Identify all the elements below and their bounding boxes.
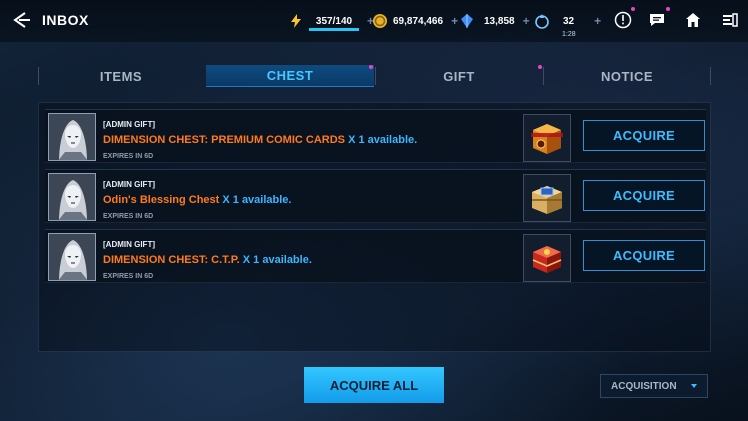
list-item: [ADMIN GIFT] DIMENSION CHEST: PREMIUM CO… [45,109,706,163]
item-title: Odin's Blessing Chest X 1 available. [103,194,291,206]
alert-notification-dot [631,7,635,11]
chest-tab-notification-dot [369,65,373,69]
item-title: DIMENSION CHEST: PREMIUM COMIC CARDS X 1… [103,134,417,146]
item-quantity: X 1 available. [222,194,292,206]
page-title: INBOX [42,12,89,28]
tab-items[interactable]: ITEMS [38,65,204,87]
home-icon[interactable] [682,9,704,31]
gold-coin-icon [372,13,388,29]
stamina-timer: 1:28 [562,31,576,38]
caret-down-icon [691,384,697,388]
tab-divider [38,67,39,85]
lightning-icon [288,13,304,29]
acquire-all-button[interactable]: ACQUIRE ALL [304,367,444,403]
list-item: [ADMIN GIFT] DIMENSION CHEST: C.T.P. X 1… [45,229,706,283]
gift-tag: [ADMIN GIFT] [103,120,155,129]
item-quantity: X 1 available. [348,134,418,146]
inbox-tabs: ITEMS CHEST GIFT NOTICE [38,65,711,87]
item-quantity: X 1 available. [242,254,312,266]
expiry-text: EXPIRES IN 6D [103,273,154,280]
stamina-icon [534,13,550,29]
acquire-button[interactable]: ACQUIRE [583,180,705,211]
tab-divider [710,67,711,85]
stamina-value: 32 [563,15,575,27]
menu-icon[interactable] [719,9,741,31]
gift-tag: [ADMIN GIFT] [103,240,155,249]
sort-dropdown-label: ACQUISITION [611,380,677,392]
tab-chest[interactable]: CHEST [206,65,374,87]
add-crystal-button[interactable]: + [523,14,530,28]
back-arrow-icon[interactable] [10,9,32,31]
crystal-counter: 13,858 + [459,0,530,42]
item-name: DIMENSION CHEST: C.T.P. [103,254,240,266]
alert-icon[interactable] [612,9,634,31]
chat-icon[interactable] [646,9,668,31]
dimension-chest-ctp-icon [523,234,571,282]
acquire-button[interactable]: ACQUIRE [583,240,705,271]
energy-counter: 357/140 + [288,0,374,42]
crystal-value: 13,858 [484,15,515,27]
expiry-text: EXPIRES IN 6D [103,153,154,160]
top-bar: INBOX 357/140 + 69,874,466 + 13,858 + 32… [0,0,748,42]
acquire-button[interactable]: ACQUIRE [583,120,705,151]
gold-counter: 69,874,466 + [372,0,458,42]
avatar [48,173,96,221]
message-list: [ADMIN GIFT] DIMENSION CHEST: PREMIUM CO… [38,102,711,352]
chat-notification-dot [666,7,670,11]
energy-value: 357/140 [315,15,353,27]
add-gold-button[interactable]: + [451,14,458,28]
crystal-icon [459,13,475,29]
energy-bar [309,27,359,31]
odin-blessing-chest-icon [523,174,571,222]
sort-dropdown[interactable]: ACQUISITION [600,374,708,398]
gold-value: 69,874,466 [393,15,444,27]
tab-notice[interactable]: NOTICE [544,65,710,87]
item-name: DIMENSION CHEST: PREMIUM COMIC CARDS [103,134,346,146]
avatar [48,233,96,281]
dimension-chest-comic-icon [523,114,571,162]
avatar [48,113,96,161]
tab-gift[interactable]: GIFT [376,65,542,87]
add-stamina-button[interactable]: + [594,14,601,28]
gift-tab-notification-dot [538,65,542,69]
expiry-text: EXPIRES IN 6D [103,213,154,220]
gift-tag: [ADMIN GIFT] [103,180,155,189]
item-name: Odin's Blessing Chest [103,194,220,206]
item-title: DIMENSION CHEST: C.T.P. X 1 available. [103,254,312,266]
list-item: [ADMIN GIFT] Odin's Blessing Chest X 1 a… [45,169,706,223]
